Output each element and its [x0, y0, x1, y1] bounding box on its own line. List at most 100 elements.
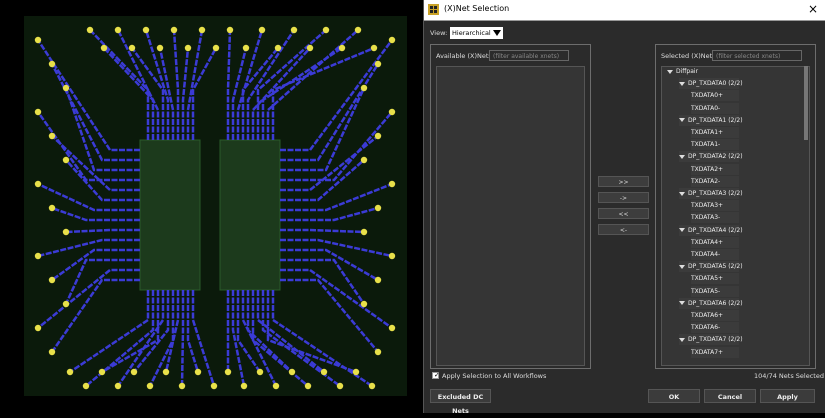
- tree-net-item[interactable]: TXDATA3+: [691, 200, 739, 212]
- apply-all-label: Apply Selection to All Workflows: [442, 372, 547, 380]
- via-pad: [62, 156, 70, 164]
- tree-label: TXDATA5-: [691, 287, 721, 295]
- via-pad: [374, 60, 382, 68]
- via-pad: [360, 156, 368, 164]
- via-pad: [128, 44, 136, 52]
- ok-button[interactable]: OK: [648, 389, 700, 403]
- move-left-button[interactable]: <-: [598, 224, 649, 235]
- tree-net-item[interactable]: TXDATA4+: [691, 236, 739, 248]
- dialog-titlebar: (X)Net Selection ×: [424, 0, 825, 21]
- chevron-down-icon[interactable]: [679, 228, 685, 233]
- move-right-button[interactable]: ->: [598, 192, 649, 203]
- tree-net-item[interactable]: TXDATA6-: [691, 322, 739, 334]
- tree-net-item[interactable]: TXDATA5+: [691, 273, 739, 285]
- tree-label: TXDATA6+: [691, 312, 724, 319]
- apply-button[interactable]: Apply: [760, 389, 815, 403]
- tree-label: TXDATA2+: [691, 165, 724, 173]
- tree-label: DP_TXDATA2 (2/2): [688, 153, 743, 161]
- chevron-down-icon[interactable]: [679, 154, 685, 159]
- via-pad: [388, 180, 396, 188]
- via-pad: [114, 382, 122, 390]
- tree-label: TXDATA1+: [691, 129, 724, 136]
- chevron-down-icon[interactable]: [679, 301, 685, 306]
- via-pad: [374, 348, 382, 356]
- tree-pair-item[interactable]: DP_TXDATA7 (2/2): [679, 334, 743, 346]
- via-pad: [224, 368, 232, 376]
- excluded-dc-nets-button[interactable]: Excluded DC Nets: [430, 389, 491, 415]
- via-pad: [354, 26, 362, 34]
- via-pad: [370, 44, 378, 52]
- via-pad: [86, 26, 94, 34]
- view-dropdown[interactable]: Hierarchical: [450, 27, 503, 39]
- tree-net-item[interactable]: TXDATA2+: [691, 163, 739, 175]
- tree-pair-item[interactable]: DP_TXDATA2 (2/2): [679, 151, 743, 163]
- view-dropdown-value: Hierarchical: [452, 29, 491, 37]
- via-pad: [306, 44, 314, 52]
- tree-label: TXDATA6-: [691, 324, 721, 332]
- tree-pair-item[interactable]: DP_TXDATA0 (2/2): [679, 78, 743, 90]
- via-pad: [304, 382, 312, 390]
- via-pad: [82, 382, 90, 390]
- tree-label: TXDATA3+: [691, 202, 724, 210]
- via-pad: [290, 26, 298, 34]
- apply-all-checkbox[interactable]: ✓: [432, 371, 440, 379]
- via-pad: [130, 368, 138, 376]
- available-filter-input[interactable]: (filter available xnets): [489, 50, 569, 61]
- via-pad: [34, 324, 42, 332]
- tree-label: DP_TXDATA1 (2/2): [688, 116, 743, 124]
- tree-pair-item[interactable]: DP_TXDATA6 (2/2): [679, 297, 743, 309]
- selected-list-scrollbar[interactable]: [804, 66, 808, 140]
- chip-right: [219, 139, 281, 291]
- move-all-left-button[interactable]: <<: [598, 208, 649, 219]
- via-pad: [66, 368, 74, 376]
- chevron-down-icon[interactable]: [679, 81, 685, 86]
- via-pad: [288, 368, 296, 376]
- via-pad: [156, 44, 164, 52]
- tree-net-item[interactable]: TXDATA3-: [691, 212, 739, 224]
- chevron-down-icon[interactable]: [679, 118, 685, 123]
- chevron-down-icon[interactable]: [679, 191, 685, 196]
- selected-xnets-header: Selected (X)Nets: [661, 52, 716, 60]
- tree-net-item[interactable]: TXDATA0-: [691, 102, 739, 114]
- chevron-down-icon[interactable]: [679, 264, 685, 269]
- tree-root-diffpair[interactable]: Diffpair: [667, 66, 797, 77]
- tree-net-item[interactable]: TXDATA2-: [691, 175, 739, 187]
- via-pad: [194, 368, 202, 376]
- tree-label: DP_TXDATA5 (2/2): [688, 263, 743, 271]
- via-pad: [374, 276, 382, 284]
- chevron-down-icon[interactable]: [667, 69, 673, 74]
- tree-pair-item[interactable]: DP_TXDATA5 (2/2): [679, 261, 743, 273]
- tree-net-item[interactable]: TXDATA5-: [691, 285, 739, 297]
- tree-net-item[interactable]: TXDATA0+: [691, 90, 739, 102]
- tree-net-item[interactable]: TXDATA4-: [691, 249, 739, 260]
- via-pad: [114, 26, 122, 34]
- via-pad: [178, 382, 186, 390]
- cancel-button[interactable]: Cancel: [704, 389, 756, 403]
- via-pad: [34, 180, 42, 188]
- via-pad: [34, 36, 42, 44]
- tree-net-item[interactable]: TXDATA7+: [691, 346, 739, 358]
- tree-pair-item[interactable]: DP_TXDATA4 (2/2): [679, 224, 743, 236]
- available-xnets-panel: Available (X)Nets (filter available xnet…: [430, 44, 591, 369]
- pcb-layout-canvas[interactable]: [0, 0, 420, 413]
- tree-label: DP_TXDATA6 (2/2): [688, 299, 743, 307]
- via-pad: [320, 368, 328, 376]
- tree-net-item[interactable]: TXDATA1-: [691, 139, 739, 151]
- via-pad: [146, 382, 154, 390]
- tree-net-item[interactable]: TXDATA1+: [691, 127, 739, 138]
- tree-label: TXDATA7+: [691, 348, 724, 356]
- tree-net-item[interactable]: TXDATA6+: [691, 310, 739, 321]
- chevron-down-icon[interactable]: [679, 337, 685, 342]
- move-all-right-button[interactable]: >>: [598, 176, 649, 187]
- close-icon[interactable]: ×: [808, 2, 818, 16]
- tree-label: TXDATA0+: [691, 92, 724, 100]
- selected-filter-input[interactable]: (filter selected xnets): [712, 50, 802, 61]
- xnet-selection-dialog: (X)Net Selection × View: Hierarchical Av…: [423, 0, 825, 415]
- via-pad: [322, 26, 330, 34]
- via-pad: [48, 276, 56, 284]
- available-xnets-list[interactable]: [436, 66, 585, 366]
- tree-pair-item[interactable]: DP_TXDATA3 (2/2): [679, 188, 743, 199]
- via-pad: [272, 382, 280, 390]
- tree-label: DP_TXDATA0 (2/2): [688, 80, 743, 88]
- tree-pair-item[interactable]: DP_TXDATA1 (2/2): [679, 114, 743, 126]
